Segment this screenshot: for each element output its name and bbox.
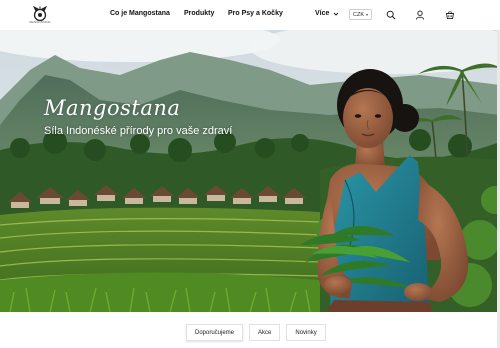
user-icon[interactable]	[415, 10, 425, 20]
product-tabs: Doporučujeme Akce Novinky	[186, 324, 326, 341]
mangosteen-logo-icon	[32, 5, 48, 21]
nav-pro-psy-a-kocky[interactable]: Pro Psy a Kočky	[228, 10, 283, 17]
hero-subtitle: Síla Indonéské přírody pro vaše zdraví	[44, 125, 233, 137]
logo-text: MANGOSTANA	[29, 20, 51, 24]
tab-novinky[interactable]: Novinky	[286, 324, 326, 341]
search-icon[interactable]	[386, 10, 396, 20]
nav-vice[interactable]: Více	[315, 10, 339, 17]
currency-select[interactable]: CZK ▾	[349, 9, 372, 20]
nav-co-je-mangostana[interactable]: Co je Mangostana	[110, 10, 170, 17]
tab-doporucujeme[interactable]: Doporučujeme	[186, 324, 244, 341]
tab-akce[interactable]: Akce	[249, 324, 281, 341]
nav-vice-label: Více	[315, 10, 330, 17]
hero-banner[interactable]: Mangostana Síla Indonéské přírody pro va…	[0, 30, 500, 312]
hero-title: Mangostana	[44, 96, 181, 120]
cart-icon[interactable]	[445, 10, 455, 20]
caret-down-icon: ▾	[365, 12, 368, 17]
currency-value: CZK	[352, 11, 364, 18]
site-header: MANGOSTANA Co je Mangostana Produkty Pro…	[0, 0, 500, 30]
chevron-down-icon	[334, 12, 339, 16]
hero-image	[0, 30, 500, 312]
logo[interactable]	[30, 5, 50, 21]
nav-produkty[interactable]: Produkty	[184, 10, 214, 17]
